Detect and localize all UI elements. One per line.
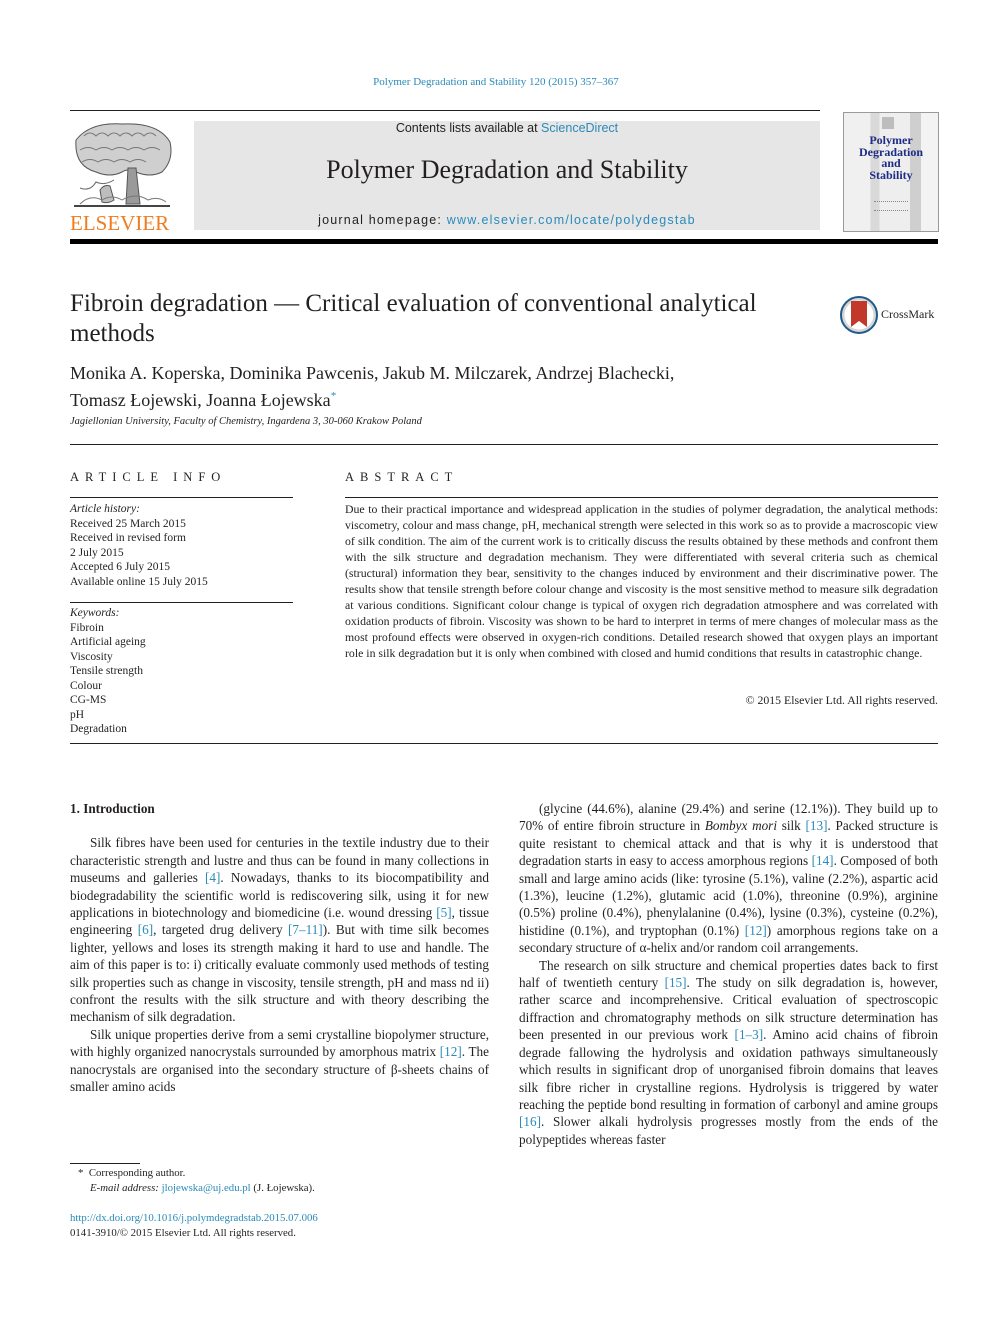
body-paragraph: The research on silk structure and chemi… [519, 957, 938, 1148]
keyword: Tensile strength [70, 665, 143, 677]
journal-citation-link[interactable]: Polymer Degradation and Stability 120 (2… [0, 76, 992, 88]
history-item: Received in revised form [70, 532, 186, 544]
right-paragraphs: (glycine (44.6%), alanine (29.4%) and se… [519, 800, 938, 1148]
email-line: E-mail address: jlojewska@uj.edu.pl (J. … [70, 1181, 315, 1196]
left-paragraphs: Silk fibres have been used for centuries… [70, 834, 489, 1095]
keywords-rule [70, 602, 293, 603]
keyword: Artificial ageing [70, 636, 146, 648]
body-paragraph: Silk fibres have been used for centuries… [70, 834, 489, 1025]
journal-name: Polymer Degradation and Stability [326, 155, 688, 184]
citation-link[interactable]: [15] [665, 975, 687, 990]
cover-editor-text [874, 201, 908, 211]
citation-link[interactable]: [16] [519, 1114, 541, 1129]
history-item: Accepted 6 July 2015 [70, 561, 170, 573]
authors-line-2-text: Tomasz Łojewski, Joanna Łojewska [70, 390, 331, 410]
footnote-rule [70, 1163, 140, 1164]
history-item: 2 July 2015 [70, 546, 124, 559]
citation-link[interactable]: [5] [436, 905, 451, 920]
abstract-rule [345, 497, 938, 498]
body-paragraph: (glycine (44.6%), alanine (29.4%) and se… [519, 800, 938, 957]
text-run: ). But with time silk becomes lighter, y… [70, 922, 489, 1025]
journal-homepage-link[interactable]: www.elsevier.com/locate/polydegstab [447, 213, 696, 227]
corresponding-author-mark[interactable]: * [331, 390, 337, 402]
elsevier-tree-icon: ELSEVIER [70, 123, 172, 235]
affiliation: Jagiellonian University, Faculty of Chem… [70, 416, 422, 427]
footnote-mark: * [78, 1167, 84, 1179]
cover-publisher-icon [882, 117, 894, 129]
keyword: Fibroin [70, 621, 104, 634]
contents-line: Contents lists available at ScienceDirec… [194, 121, 820, 135]
keyword: CG-MS [70, 694, 107, 706]
keywords-list: Keywords: Fibroin Artificial ageing Visc… [70, 606, 146, 737]
text-run: Silk unique properties derive from a sem… [70, 1026, 489, 1060]
title-rule [70, 444, 938, 445]
homepage-prefix: journal homepage: [318, 213, 447, 227]
history-item: Available online 15 July 2015 [70, 575, 208, 588]
journal-masthead: Contents lists available at ScienceDirec… [194, 121, 820, 230]
body-column-right: (glycine (44.6%), alanine (29.4%) and se… [519, 800, 938, 1148]
abstract-heading: ABSTRACT [345, 470, 459, 484]
keyword: pH [70, 708, 85, 721]
body-column-left: 1. Introduction Silk fibres have been us… [70, 800, 489, 1096]
email-suffix: (J. Łojewska). [253, 1182, 315, 1194]
elsevier-logo[interactable]: ELSEVIER [70, 120, 175, 235]
corresponding-author-note: * Corresponding author. [70, 1166, 315, 1181]
article-history-label: Article history: [70, 503, 140, 515]
section-heading-introduction: 1. Introduction [70, 801, 155, 816]
corresponding-author-label: Corresponding author. [88, 1167, 186, 1179]
doi-block: http://dx.doi.org/10.1016/j.polymdegrads… [70, 1211, 318, 1241]
citation-link[interactable]: [12] [440, 1044, 462, 1059]
crossmark-button[interactable]: CrossMark [840, 296, 940, 336]
citation-link[interactable]: [7–11] [288, 922, 323, 937]
issn-copyright: 0141-3910/© 2015 Elsevier Ltd. All right… [70, 1227, 296, 1239]
authors-line-1: Monika A. Koperska, Dominika Pawcenis, J… [70, 363, 675, 383]
masthead-thick-rule [70, 239, 938, 244]
text-run: silk [776, 818, 806, 834]
journal-cover-thumbnail[interactable]: Polymer Degradation and Stability [843, 112, 939, 232]
article-history: Article history: Received 25 March 2015 … [70, 502, 208, 589]
crossmark-label: CrossMark [881, 307, 935, 321]
article-info-heading: ARTICLE INFO [70, 470, 227, 484]
keywords-label: Keywords: [70, 607, 120, 619]
authors-line-2: Tomasz Łojewski, Joanna Łojewska* [70, 385, 810, 412]
footnote: * Corresponding author. E-mail address: … [70, 1166, 315, 1196]
keyword: Colour [70, 679, 102, 692]
abstract-text: Due to their practical importance and wi… [345, 502, 938, 660]
citation-link[interactable]: [6] [138, 922, 153, 937]
text-run: . Slower alkali hydrolysis progresses mo… [519, 1114, 938, 1147]
author-email-link[interactable]: jlojewska@uj.edu.pl [162, 1182, 251, 1194]
cover-title: Polymer Degradation and Stability [859, 133, 923, 182]
citation-link[interactable]: [4] [205, 870, 220, 885]
email-label: E-mail address: [90, 1182, 159, 1194]
article-info-rule [70, 497, 293, 498]
author-list: Monika A. Koperska, Dominika Pawcenis, J… [70, 362, 810, 412]
sciencedirect-link[interactable]: ScienceDirect [541, 121, 618, 135]
citation-link[interactable]: [14] [812, 853, 834, 868]
text-run: , targeted drug delivery [153, 922, 289, 938]
abstract-copyright: © 2015 Elsevier Ltd. All rights reserved… [745, 693, 938, 707]
elsevier-wordmark: ELSEVIER [70, 211, 169, 232]
crossmark-icon [840, 296, 878, 334]
contents-prefix: Contents lists available at [395, 121, 542, 135]
citation-link[interactable]: [12] [745, 923, 767, 938]
homepage-line: journal homepage: www.elsevier.com/locat… [194, 213, 820, 227]
keyword: Degradation [70, 723, 127, 735]
header-rule [70, 110, 820, 111]
body-paragraph: Silk unique properties derive from a sem… [70, 1026, 489, 1096]
article-title: Fibroin degradation — Critical evaluatio… [70, 290, 757, 347]
citation-link[interactable]: [1–3] [735, 1027, 764, 1042]
citation-link[interactable]: [13] [806, 818, 828, 833]
italic-term: Bombyx mori [704, 818, 777, 834]
history-item: Received 25 March 2015 [70, 517, 186, 530]
front-matter-bottom-rule [70, 743, 938, 744]
keyword: Viscosity [70, 650, 113, 663]
doi-link[interactable]: http://dx.doi.org/10.1016/j.polymdegrads… [70, 1211, 318, 1226]
